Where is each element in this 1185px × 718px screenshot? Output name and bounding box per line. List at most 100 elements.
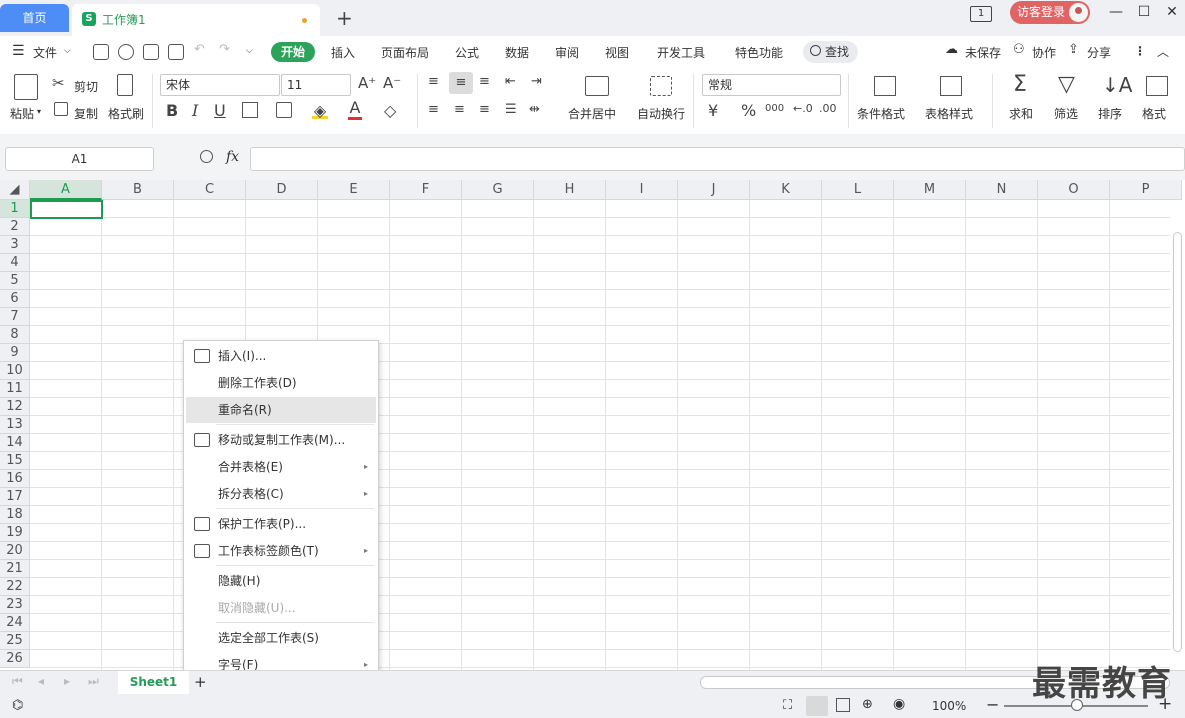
- row-header-2[interactable]: 2: [0, 218, 30, 236]
- row-header-14[interactable]: 14: [0, 434, 30, 452]
- tab-page-layout[interactable]: 页面布局: [381, 44, 429, 61]
- row-header-9[interactable]: 9: [0, 344, 30, 362]
- new-tab-button[interactable]: +: [336, 6, 353, 30]
- minimize-icon[interactable]: —: [1106, 4, 1126, 24]
- context-menu-item[interactable]: 合并表格(E) ▸: [186, 454, 376, 480]
- format-painter-button[interactable]: 格式刷: [108, 105, 144, 122]
- copy-button[interactable]: 复制: [74, 105, 98, 122]
- formula-input[interactable]: [250, 147, 1185, 171]
- vertical-scroll-thumb[interactable]: [1173, 232, 1182, 652]
- fill-color-icon[interactable]: ◈: [312, 101, 328, 120]
- row-header-3[interactable]: 3: [0, 236, 30, 254]
- macro-icon[interactable]: ⌬: [12, 698, 23, 713]
- zoom-level[interactable]: 100%: [932, 699, 966, 713]
- add-sheet-button[interactable]: +: [194, 673, 207, 691]
- row-header-16[interactable]: 16: [0, 470, 30, 488]
- row-header-21[interactable]: 21: [0, 560, 30, 578]
- redo-icon[interactable]: ↷: [219, 42, 230, 57]
- tab-insert[interactable]: 插入: [331, 44, 355, 61]
- context-menu-item[interactable]: 保护工作表(P)...: [186, 511, 376, 537]
- decrease-indent-icon[interactable]: ⇤: [505, 74, 516, 89]
- column-header-c[interactable]: C: [174, 180, 246, 200]
- align-right-icon[interactable]: ≡: [479, 102, 490, 117]
- row-header-17[interactable]: 17: [0, 488, 30, 506]
- align-top-icon[interactable]: ≡: [428, 74, 439, 89]
- tab-home[interactable]: 首页: [0, 4, 69, 32]
- paste-chevron-icon[interactable]: ▾: [37, 107, 41, 116]
- share-button[interactable]: 分享: [1087, 44, 1111, 61]
- row-header-10[interactable]: 10: [0, 362, 30, 380]
- tab-developer[interactable]: 开发工具: [657, 44, 705, 61]
- close-icon[interactable]: ✕: [1162, 4, 1182, 24]
- distribute-icon[interactable]: ⇹: [529, 102, 540, 117]
- row-header-19[interactable]: 19: [0, 524, 30, 542]
- row-header-24[interactable]: 24: [0, 614, 30, 632]
- context-menu-item[interactable]: 删除工作表(D): [186, 370, 376, 396]
- row-header-5[interactable]: 5: [0, 272, 30, 290]
- sheet-tab-sheet1[interactable]: Sheet1: [118, 671, 189, 694]
- column-header-m[interactable]: M: [894, 180, 966, 200]
- paste-button[interactable]: 粘贴: [10, 105, 34, 122]
- align-middle-icon[interactable]: ≡: [449, 72, 473, 94]
- eraser-icon[interactable]: ◇: [384, 101, 396, 120]
- row-header-20[interactable]: 20: [0, 542, 30, 560]
- save-icon[interactable]: [93, 44, 109, 60]
- italic-button[interactable]: I: [192, 101, 198, 120]
- font-size-select[interactable]: 11: [281, 74, 351, 96]
- increase-font-icon[interactable]: A⁺: [358, 74, 376, 92]
- column-header-n[interactable]: N: [966, 180, 1038, 200]
- collapse-ribbon-icon[interactable]: ︿: [1157, 43, 1169, 60]
- hamburger-icon[interactable]: ☰: [12, 43, 25, 59]
- tab-start[interactable]: 开始: [271, 42, 315, 62]
- context-menu-item[interactable]: 移动或复制工作表(M)...: [186, 427, 376, 453]
- column-header-i[interactable]: I: [606, 180, 678, 200]
- filter-button[interactable]: 筛选: [1054, 105, 1078, 122]
- prev-sheet-icon[interactable]: ◂: [38, 674, 44, 688]
- column-header-o[interactable]: O: [1038, 180, 1110, 200]
- context-menu-item[interactable]: 拆分表格(C) ▸: [186, 481, 376, 507]
- context-menu-item[interactable]: 重命名(R): [186, 397, 376, 423]
- context-menu-item[interactable]: 隐藏(H): [186, 568, 376, 594]
- name-box[interactable]: A1: [5, 147, 154, 171]
- font-name-select[interactable]: 宋体: [160, 74, 280, 96]
- tab-data[interactable]: 数据: [505, 44, 529, 61]
- conditional-format-button[interactable]: 条件格式: [857, 105, 905, 122]
- column-header-p[interactable]: P: [1110, 180, 1182, 200]
- cell-style-icon[interactable]: [276, 102, 292, 118]
- row-header-18[interactable]: 18: [0, 506, 30, 524]
- menu-file[interactable]: 文件: [33, 44, 57, 61]
- increase-indent-icon[interactable]: ⇥: [531, 74, 542, 89]
- context-menu-item[interactable]: 插入(I)...: [186, 343, 376, 369]
- column-header-l[interactable]: L: [822, 180, 894, 200]
- page-break-view-icon[interactable]: ⊕: [862, 697, 873, 712]
- next-sheet-icon[interactable]: ▸: [64, 674, 70, 688]
- column-header-e[interactable]: E: [318, 180, 390, 200]
- table-style-button[interactable]: 表格样式: [925, 105, 973, 122]
- merge-center-button[interactable]: 合并居中: [568, 105, 616, 122]
- number-format-select[interactable]: 常规: [702, 74, 841, 96]
- maximize-icon[interactable]: ☐: [1134, 4, 1154, 24]
- font-color-icon[interactable]: A: [348, 100, 362, 120]
- row-header-8[interactable]: 8: [0, 326, 30, 344]
- fullscreen-icon[interactable]: ⛶: [783, 698, 792, 713]
- login-button[interactable]: 访客登录: [1010, 1, 1090, 24]
- percent-button[interactable]: %: [741, 101, 756, 120]
- context-menu-item[interactable]: 工作表标签颜色(T) ▸: [186, 538, 376, 564]
- decrease-font-icon[interactable]: A⁻: [383, 74, 401, 92]
- eye-protection-icon[interactable]: ◉: [893, 696, 905, 712]
- thousands-button[interactable]: 000: [765, 103, 784, 114]
- fx-button[interactable]: fx: [226, 149, 239, 165]
- customize-chevron-icon[interactable]: ⌵: [246, 46, 253, 56]
- zoom-out-button[interactable]: −: [986, 695, 999, 714]
- column-header-g[interactable]: G: [462, 180, 534, 200]
- column-header-d[interactable]: D: [246, 180, 318, 200]
- more-icon[interactable]: ⋮: [1134, 44, 1146, 58]
- normal-view-icon[interactable]: [806, 696, 828, 716]
- paste-icon[interactable]: [14, 74, 38, 100]
- collab-button[interactable]: 协作: [1032, 44, 1056, 61]
- row-header-7[interactable]: 7: [0, 308, 30, 326]
- column-header-b[interactable]: B: [102, 180, 174, 200]
- search-button[interactable]: 查找: [803, 41, 858, 63]
- row-header-6[interactable]: 6: [0, 290, 30, 308]
- column-header-h[interactable]: H: [534, 180, 606, 200]
